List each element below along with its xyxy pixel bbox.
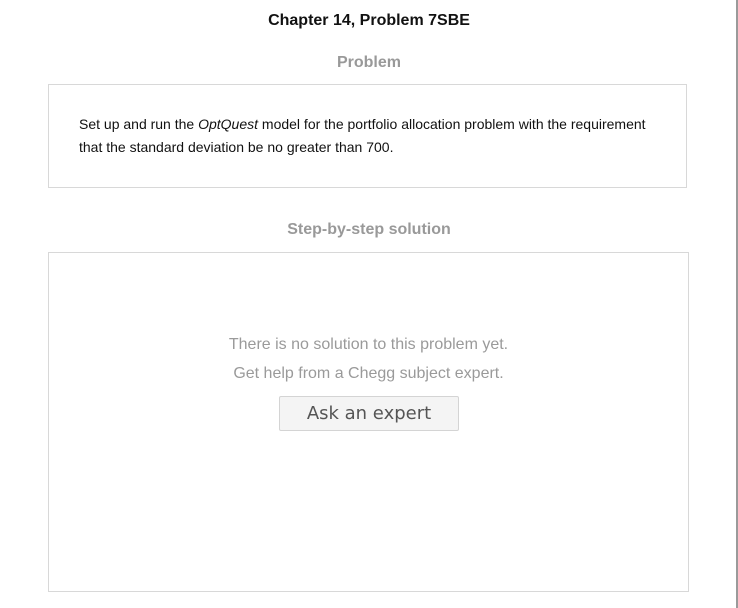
problem-box: Set up and run the OptQuest model for th… [48,84,687,188]
solution-heading: Step-by-step solution [287,221,451,238]
no-solution-line: There is no solution to this problem yet… [228,336,509,353]
ask-expert-button[interactable]: Ask an expert [279,396,459,431]
solution-box: There is no solution to this problem yet… [48,252,689,592]
problem-statement: Set up and run the OptQuest model for th… [79,113,669,159]
problem-heading: Problem [336,54,401,71]
expert-help-line: Get help from a Chegg subject expert. [233,365,504,382]
problem-text-italic: OptQuest [198,116,259,132]
chapter-title: Chapter 14, Problem 7SBE [268,12,470,29]
problem-text-before: Set up and run the [79,116,199,132]
no-solution-message: There is no solution to this problem yet… [49,330,688,388]
